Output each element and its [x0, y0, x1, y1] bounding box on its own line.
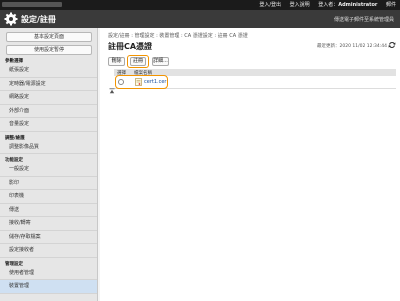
row-highlight — [115, 75, 168, 89]
header-bar: 設定/註冊 傳送電子郵件至系統管理員 — [0, 10, 400, 28]
delete-button[interactable]: 刪除 — [108, 57, 125, 66]
page-title: 註冊CA憑證 — [108, 42, 153, 51]
certificate-table: 選擇 檔案名稱 cert1.cer — [114, 69, 396, 89]
gear-icon — [4, 12, 18, 26]
main-content: 設定/註冊 : 管理設定 : 裝置管理 : CA 憑證設定 : 註冊 CA 憑證… — [100, 28, 400, 301]
sidebar-section-adjust: 調整/維護 — [5, 135, 25, 141]
scroll-to-top-icon[interactable] — [109, 88, 115, 94]
login-help-link[interactable]: 登入說明 — [290, 2, 310, 8]
sidebar-item-device-management[interactable]: 裝置管理 — [0, 280, 97, 294]
user-name: Administrator — [338, 2, 378, 8]
page-header-title: 設定/註冊 — [21, 15, 56, 24]
email-admin-link[interactable]: 傳送電子郵件至系統管理員 — [334, 16, 394, 23]
sidebar-item-send[interactable]: 傳送 — [0, 204, 97, 217]
sidebar-item-common[interactable]: 一般設定 — [0, 163, 97, 177]
sidebar-item-printer[interactable]: 印表機 — [0, 190, 97, 204]
table-row: cert1.cer — [114, 75, 396, 89]
top-bar: 登入/登出 登入說明 登入者：Administrator 郵件 — [0, 0, 400, 10]
sidebar-section-preferences: 參數選擇 — [5, 59, 23, 64]
register-button[interactable]: 註冊 — [130, 57, 146, 66]
refresh-icon[interactable] — [388, 41, 396, 49]
user-label: 登入者： — [318, 2, 339, 8]
sidebar-section-management: 管理設定 — [5, 261, 23, 267]
breadcrumb[interactable]: 設定/註冊 : 管理設定 : 裝置管理 : CA 憑證設定 : 註冊 CA 憑證 — [108, 32, 248, 39]
sidebar-item-timer[interactable]: 定時器/電源設定 — [0, 78, 97, 91]
last-updated: 最近更新：2020 11/02 12:34:44 — [317, 44, 387, 49]
sidebar-item-paper[interactable]: 紙張設定 — [0, 64, 97, 78]
sidebar-item-network[interactable]: 網路設定 — [0, 91, 97, 105]
sidebar-item-copy[interactable]: 影印 — [0, 177, 97, 190]
sidebar-item-recipients[interactable]: 設定接收者 — [0, 244, 97, 258]
sidebar-item-volume[interactable]: 音量設定 — [0, 118, 97, 132]
mail-link[interactable]: 郵件 — [386, 2, 396, 8]
sidebar-item-user-management[interactable]: 使用者管理 — [0, 267, 97, 280]
sidebar-item-receive[interactable]: 接收/轉寄 — [0, 217, 97, 231]
details-button[interactable]: 詳細... — [152, 57, 169, 66]
sidebar-item-store-files[interactable]: 儲存/存取檔案 — [0, 231, 97, 244]
sidebar-item-interface[interactable]: 外部介面 — [0, 105, 97, 118]
sidebar: 基本設定頁面 使用設定暫停 參數選擇 紙張設定 定時器/電源設定 網路設定 外部… — [0, 28, 98, 301]
basic-settings-button[interactable]: 基本設定頁面 — [6, 32, 92, 42]
sidebar-section-functions: 功能設定 — [5, 158, 23, 163]
top-links: 登入/登出 登入說明 登入者：Administrator 郵件 — [252, 1, 396, 8]
login-logout-link[interactable]: 登入/登出 — [259, 2, 281, 8]
pause-settings-button[interactable]: 使用設定暫停 — [6, 45, 92, 55]
device-name — [2, 2, 62, 7]
sidebar-item-image-quality[interactable]: 調整影像品質 — [0, 141, 97, 154]
